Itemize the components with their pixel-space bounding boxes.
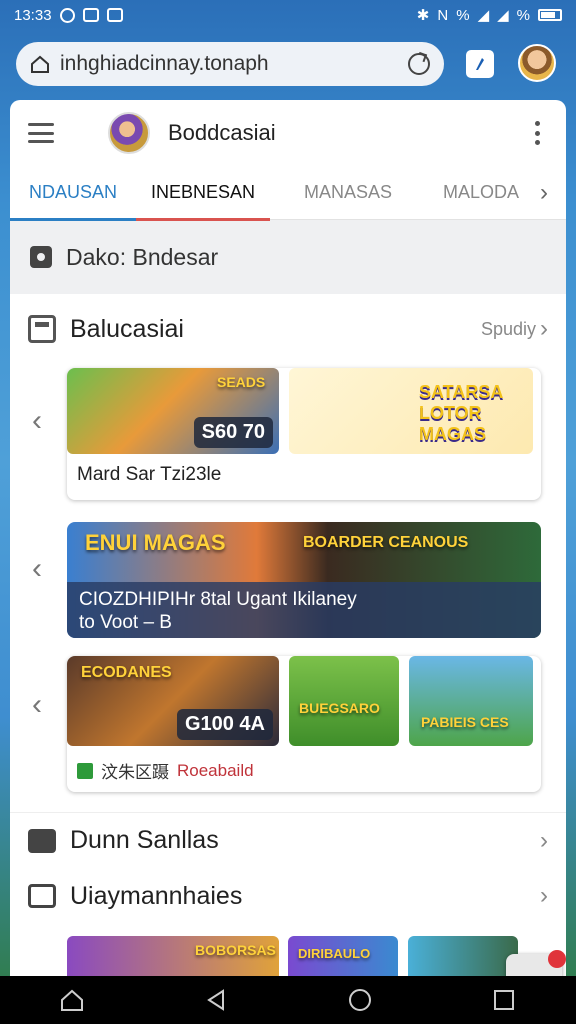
product-card[interactable]: SEADS S60 70 SATARSA LOTOR MAGAS Mard Sa…	[67, 368, 541, 500]
caption-text: Roeabaild	[177, 760, 254, 780]
chevron-right-icon: ›	[540, 826, 548, 854]
location-text: Dako: Bndesar	[66, 243, 219, 270]
thumbnail-art-text: SEADS	[217, 374, 266, 390]
clock: 13:33	[14, 6, 52, 24]
status-bar: 13:33 ✱ N % ◢ ◢ %	[0, 0, 576, 30]
carousel-prev-icon[interactable]: ‹	[32, 404, 42, 438]
checkbox-icon[interactable]	[77, 762, 93, 779]
nfc-icon: N	[437, 6, 449, 24]
product-thumbnail[interactable]: SEADS S60 70	[67, 368, 279, 454]
promo-thumbnail[interactable]: SATARSA LOTOR MAGAS	[289, 368, 533, 454]
bluetooth-icon: ✱	[416, 7, 430, 24]
status-right: ✱ N % ◢ ◢ %	[417, 6, 562, 24]
tabs-chevron-right-icon[interactable]: ›	[540, 179, 548, 207]
product-thumbnail[interactable]: ECODANES G100 4A	[67, 656, 279, 746]
location-row[interactable]: Dako: Bndesar	[10, 220, 566, 294]
section-title: Balucasiai	[70, 314, 184, 343]
app-header: Boddcasiai	[10, 100, 566, 166]
tab-2[interactable]: INEBNESAN	[136, 166, 270, 221]
location-icon	[30, 246, 52, 268]
banner-text-line2: to Voot – B	[79, 612, 172, 633]
app-title: Boddcasiai	[168, 120, 276, 145]
thumbnail-art-text: BOBORSAS	[195, 942, 276, 958]
url-text[interactable]: inhghiadcinnay.tonaph	[60, 52, 398, 76]
carousel-prev-icon[interactable]: ‹	[32, 552, 42, 586]
see-more-link[interactable]: Spudiy ›	[481, 315, 548, 343]
thumbnail-art-text: BUEGSARO	[299, 700, 380, 716]
chevron-right-icon: ›	[540, 882, 548, 909]
notification-badge	[548, 950, 566, 968]
percent-icon: %	[456, 6, 470, 24]
section-icon	[28, 315, 56, 343]
price-tag: G100 4A	[176, 709, 273, 740]
game-thumbnail[interactable]: DIRIBAULO	[288, 936, 398, 978]
status-left: 13:33	[14, 7, 123, 24]
list-item[interactable]: Uiaymannhaies ›	[10, 868, 566, 924]
app-panel: Boddcasiai NDAUSAN INEBNESAN MANASAS MAL…	[10, 100, 566, 978]
system-nav-bar	[0, 976, 576, 1024]
banner-text-line1: CIOZDHIPIHr 8tal Ugant Ikilaney	[79, 589, 357, 610]
banner-text-overlay: CIOZDHIPIHr 8tal Ugant Ikilaney to Voot …	[67, 582, 541, 638]
notification-icon	[59, 7, 75, 23]
battery-icon	[538, 9, 562, 21]
carousel-prev-icon[interactable]: ‹	[32, 688, 42, 722]
list-item-title: Uiaymannhaies	[70, 881, 243, 910]
see-more-label: Spudiy	[480, 318, 536, 339]
promo-art-text: SATARSA LOTOR MAGAS	[419, 382, 503, 444]
tab-4[interactable]: MALODA	[426, 166, 536, 220]
section-header: Balucasiai Spudiy ›	[10, 294, 566, 364]
more-options-icon[interactable]	[534, 121, 540, 145]
banner-art-left: ENUI MAGAS	[85, 530, 226, 555]
sim-icon	[82, 8, 99, 22]
profile-avatar[interactable]	[518, 44, 556, 82]
game-thumbnail[interactable]: PABIEIS CES	[409, 656, 533, 746]
url-bar[interactable]: inhghiadcinnay.tonaph	[16, 42, 444, 86]
menu-icon[interactable]	[28, 123, 54, 143]
card-caption: Mard Sar Tzi23le	[77, 464, 222, 485]
product-card[interactable]: ECODANES G100 4A BUEGSARO PABIEIS CES 汶朱…	[67, 656, 541, 792]
tab-bar: NDAUSAN INEBNESAN MANASAS MALODA ›	[10, 166, 566, 221]
tab-3[interactable]: MANASAS	[270, 166, 426, 220]
app-logo	[108, 112, 150, 154]
nav-home-icon[interactable]	[59, 987, 85, 1013]
caption-prefix: 汶朱区蹑	[101, 763, 169, 782]
battery-percent: %	[516, 6, 530, 24]
thumbnail-art-text: ECODANES	[81, 664, 172, 681]
chevron-right-icon: ›	[540, 315, 548, 342]
banner-art-right: BOARDER CEANOUS	[303, 534, 469, 551]
photo-icon	[106, 8, 123, 22]
tab-switch-icon[interactable]	[466, 50, 494, 78]
game-thumbnail[interactable]: BUEGSARO	[289, 656, 399, 746]
price-tag: S60 70	[193, 417, 273, 448]
game-thumbnail[interactable]: BOBORSAS	[67, 936, 279, 978]
card-caption-row: 汶朱区蹑 Roeabaild	[77, 758, 254, 783]
thumbnail-art-text: DIRIBAULO	[298, 946, 371, 961]
signal-icon: ◢	[497, 7, 509, 24]
nav-circle-icon[interactable]	[347, 987, 373, 1013]
list-item-title: Dunn Sanllas	[70, 826, 219, 854]
wifi-icon: ◢	[477, 7, 490, 24]
reload-icon[interactable]	[408, 53, 430, 75]
tab-1[interactable]: NDAUSAN	[10, 166, 136, 221]
home-icon[interactable]	[30, 54, 50, 74]
thumbnail-art-text: PABIEIS CES	[421, 714, 509, 730]
promo-banner[interactable]: ENUI MAGAS BOARDER CEANOUS CIOZDHIPIHr 8…	[67, 522, 541, 638]
nav-back-icon[interactable]	[203, 987, 229, 1013]
list-item[interactable]: Dunn Sanllas ›	[10, 812, 566, 868]
game-thumbnail[interactable]	[408, 936, 518, 978]
checklist-icon	[28, 884, 56, 908]
gallery-icon	[28, 828, 56, 853]
nav-recents-icon[interactable]	[491, 987, 517, 1013]
